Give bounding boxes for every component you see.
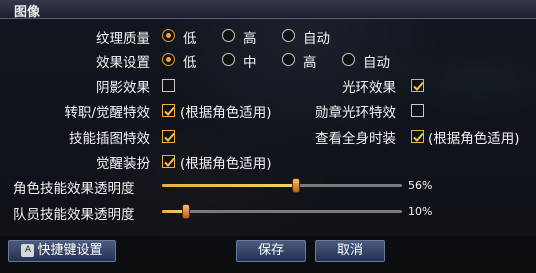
effect-settings-high-label: 高 xyxy=(303,55,317,71)
title-bar: 图像 xyxy=(0,0,536,20)
medal-halo-effect-checkbox[interactable] xyxy=(411,104,424,117)
character-skill-transparency-fill xyxy=(162,184,297,187)
member-skill-transparency-label: 队员技能效果透明度 xyxy=(13,207,135,223)
character-skill-transparency-value: 56% xyxy=(408,179,433,192)
settings-panel: 图像 纹理质量 低 高 自动 效果设置 低 中 高 自动 阴影效果 光环效果 转… xyxy=(0,0,536,273)
member-skill-transparency-slider[interactable] xyxy=(162,204,402,219)
texture-quality-high-radio[interactable] xyxy=(222,29,235,42)
halo-effect-label: 光环效果 xyxy=(342,80,396,96)
check-icon xyxy=(164,132,175,142)
awaken-outfit-checkbox[interactable] xyxy=(162,155,175,168)
job-awaken-effect-label: 转职/觉醒特效 xyxy=(64,105,150,121)
character-skill-transparency-thumb[interactable] xyxy=(292,178,301,193)
texture-quality-low-label: 低 xyxy=(183,31,197,47)
job-awaken-effect-checkbox[interactable] xyxy=(162,104,175,117)
cancel-button[interactable]: 取消 xyxy=(315,240,385,262)
medal-halo-effect-label: 勋章光环特效 xyxy=(315,105,396,121)
hotkey-settings-button[interactable]: A 快捷键设置 xyxy=(8,240,116,262)
skill-illustration-effect-label: 技能插图特效 xyxy=(69,131,150,147)
hotkey-settings-label: 快捷键设置 xyxy=(37,243,103,258)
effect-settings-low-label: 低 xyxy=(183,55,197,71)
skill-illustration-effect-checkbox[interactable] xyxy=(162,130,175,143)
view-full-fashion-note: (根据角色适用) xyxy=(428,131,520,147)
effect-settings-auto-label: 自动 xyxy=(363,55,390,71)
awaken-outfit-note: (根据角色适用) xyxy=(180,156,272,172)
save-button[interactable]: 保存 xyxy=(236,240,306,262)
effect-settings-high-radio[interactable] xyxy=(282,53,295,66)
awaken-outfit-label: 觉醒装扮 xyxy=(96,156,150,172)
shadow-effect-checkbox[interactable] xyxy=(162,79,175,92)
effect-settings-mid-radio[interactable] xyxy=(222,53,235,66)
effect-settings-auto-radio[interactable] xyxy=(342,53,355,66)
member-skill-transparency-thumb[interactable] xyxy=(182,204,190,219)
shadow-effect-label: 阴影效果 xyxy=(96,80,150,96)
panel-title: 图像 xyxy=(14,5,41,20)
texture-quality-auto-radio[interactable] xyxy=(282,29,295,42)
job-awaken-effect-note: (根据角色适用) xyxy=(180,105,272,121)
view-full-fashion-checkbox[interactable] xyxy=(411,130,424,143)
check-icon xyxy=(164,157,175,167)
view-full-fashion-label: 查看全身时装 xyxy=(315,131,396,147)
texture-quality-label: 纹理质量 xyxy=(96,31,150,47)
check-icon xyxy=(164,106,175,116)
effect-settings-low-radio[interactable] xyxy=(162,53,175,66)
check-icon xyxy=(413,132,424,142)
texture-quality-low-radio[interactable] xyxy=(162,29,175,42)
effect-settings-mid-label: 中 xyxy=(243,55,257,71)
halo-effect-checkbox[interactable] xyxy=(411,79,424,92)
effect-settings-label: 效果设置 xyxy=(96,55,150,71)
character-skill-transparency-label: 角色技能效果透明度 xyxy=(13,181,135,197)
texture-quality-high-label: 高 xyxy=(243,31,257,47)
check-icon xyxy=(413,81,424,91)
hotkey-badge: A xyxy=(21,244,35,257)
character-skill-transparency-slider[interactable] xyxy=(162,178,402,193)
member-skill-transparency-value: 10% xyxy=(408,205,433,218)
texture-quality-auto-label: 自动 xyxy=(303,31,330,47)
